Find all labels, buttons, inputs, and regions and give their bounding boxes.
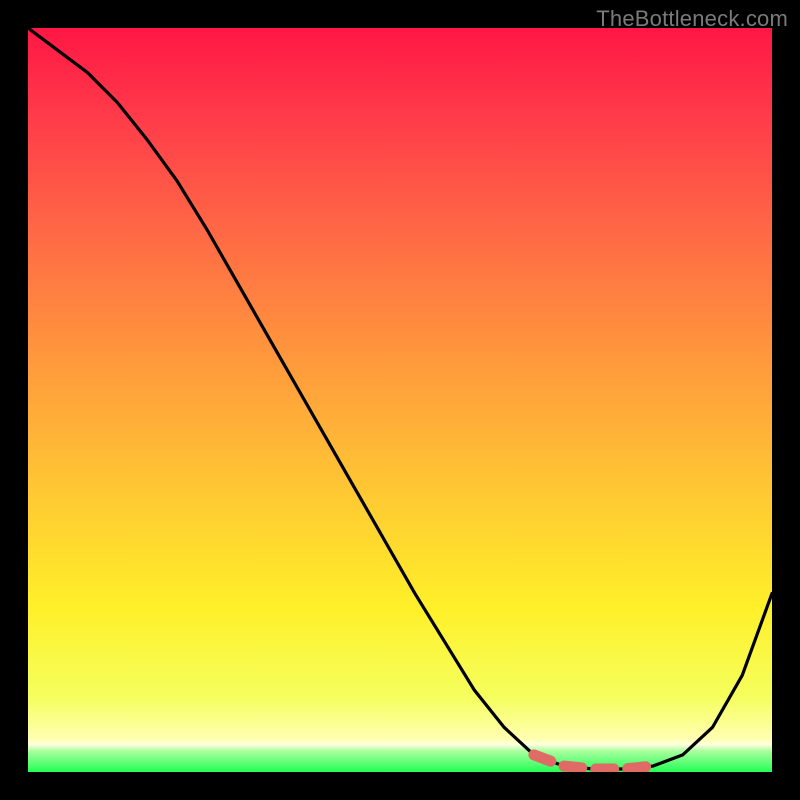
plot-area — [28, 28, 772, 772]
curve-highlight — [534, 755, 653, 769]
chart-container: TheBottleneck.com — [0, 0, 800, 800]
curve-line — [28, 28, 772, 769]
bottleneck-curve — [28, 28, 772, 772]
watermark-text: TheBottleneck.com — [596, 6, 788, 32]
